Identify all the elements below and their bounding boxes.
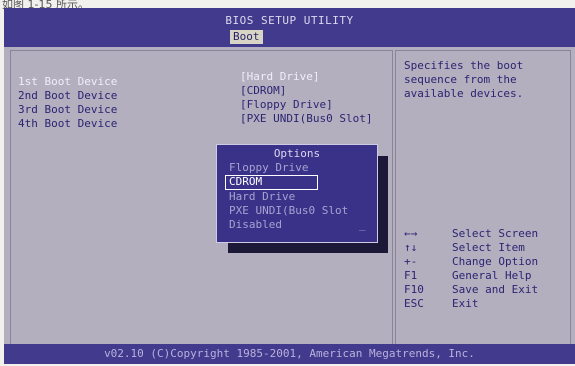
options-popup: Options Floppy Drive CDROM Hard Drive PX… xyxy=(216,144,378,243)
help-panel: Specifies the boot sequence from the ava… xyxy=(395,50,571,354)
key-plus-minus: +- xyxy=(404,255,418,268)
option-hard-drive[interactable]: Hard Drive xyxy=(229,190,295,204)
tab-boot[interactable]: Boot xyxy=(230,30,263,44)
scroll-marker: _ xyxy=(359,218,366,231)
copyright-footer: v02.10 (C)Copyright 1985-2001, American … xyxy=(4,344,575,364)
boot-device-4-value[interactable]: [PXE UNDI(Bus0 Slot] xyxy=(240,112,372,126)
key-arrows-ud-icon: ↑↓ xyxy=(404,241,418,254)
boot-device-4-label[interactable]: 4th Boot Device xyxy=(18,117,117,131)
key-row: ↑↓ Select Item xyxy=(404,241,569,255)
key-row: F1 General Help xyxy=(404,269,569,283)
help-text: Specifies the boot sequence from the ava… xyxy=(404,59,524,100)
key-desc: General Help xyxy=(452,269,532,282)
key-desc: Exit xyxy=(452,297,479,310)
key-row: F10 Save and Exit xyxy=(404,283,569,297)
boot-device-1-label[interactable]: 1st Boot Device xyxy=(18,75,117,89)
key-legend: ←→ Select Screen ↑↓ Select Item +- Change O… xyxy=(404,227,569,311)
bios-header: BIOS SETUP UTILITY Boot xyxy=(4,8,575,47)
key-row: ESC Exit xyxy=(404,297,569,311)
key-arrows-lr-icon: ←→ xyxy=(404,227,418,240)
key-desc: Save and Exit xyxy=(452,283,539,296)
option-floppy-drive[interactable]: Floppy Drive xyxy=(229,161,308,175)
key-desc: Select Screen xyxy=(452,227,539,240)
boot-device-2-value[interactable]: [CDROM] xyxy=(240,84,286,98)
bios-title: BIOS SETUP UTILITY xyxy=(225,14,354,27)
popup-title: Options xyxy=(273,147,321,160)
boot-device-2-label[interactable]: 2nd Boot Device xyxy=(18,89,117,103)
boot-device-1-value[interactable]: [Hard Drive] xyxy=(240,70,319,84)
option-cdrom[interactable]: CDROM xyxy=(225,175,318,190)
key-row: ←→ Select Screen xyxy=(404,227,569,241)
boot-device-3-label[interactable]: 3rd Boot Device xyxy=(18,103,117,117)
boot-device-3-value[interactable]: [Floppy Drive] xyxy=(240,98,333,112)
key-f10: F10 xyxy=(404,283,424,296)
key-row: +- Change Option xyxy=(404,255,569,269)
bios-screen: BIOS SETUP UTILITY Boot 1st Boot Device … xyxy=(4,8,575,364)
key-esc: ESC xyxy=(404,297,424,310)
option-disabled[interactable]: Disabled xyxy=(229,218,282,232)
key-desc: Select Item xyxy=(452,241,525,254)
key-f1: F1 xyxy=(404,269,418,282)
option-pxe-undi[interactable]: PXE UNDI(Bus0 Slot xyxy=(229,204,348,218)
key-desc: Change Option xyxy=(452,255,539,268)
